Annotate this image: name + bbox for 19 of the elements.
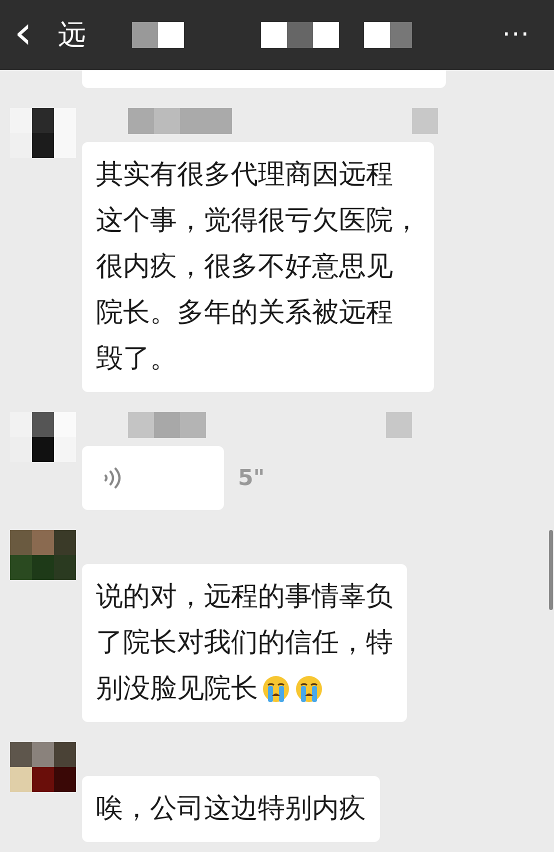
crying-face-icon xyxy=(261,674,291,704)
avatar-mosaic[interactable] xyxy=(10,742,76,792)
message-text: 说的对，远程的事情辜负 xyxy=(96,580,393,614)
message-text: 其实有很多代理商因远程 xyxy=(96,158,393,192)
crying-face-icon xyxy=(294,674,324,704)
message-text: 院长。多年的关系被远程 xyxy=(96,296,393,330)
message-text: 唉，公司这边特别内疚 xyxy=(96,792,366,826)
voice-duration: 5" xyxy=(238,466,265,490)
back-button[interactable]: ‹ xyxy=(14,9,50,55)
message-text: 了院长对我们的信任，特 xyxy=(96,626,393,660)
more-button[interactable]: ··· xyxy=(502,20,530,50)
avatar-mosaic[interactable] xyxy=(10,108,76,158)
message-text: 很内疚，很多不好意思见 xyxy=(96,250,393,284)
scrollbar[interactable] xyxy=(549,530,553,610)
avatar-mosaic[interactable] xyxy=(10,412,76,462)
chat-title: 远 xyxy=(58,17,86,53)
message-text: 别没脸见院长 xyxy=(96,672,258,706)
message-text: 这个事，觉得很亏欠医院， xyxy=(96,204,420,238)
message-text: 毁了。 xyxy=(96,342,177,376)
